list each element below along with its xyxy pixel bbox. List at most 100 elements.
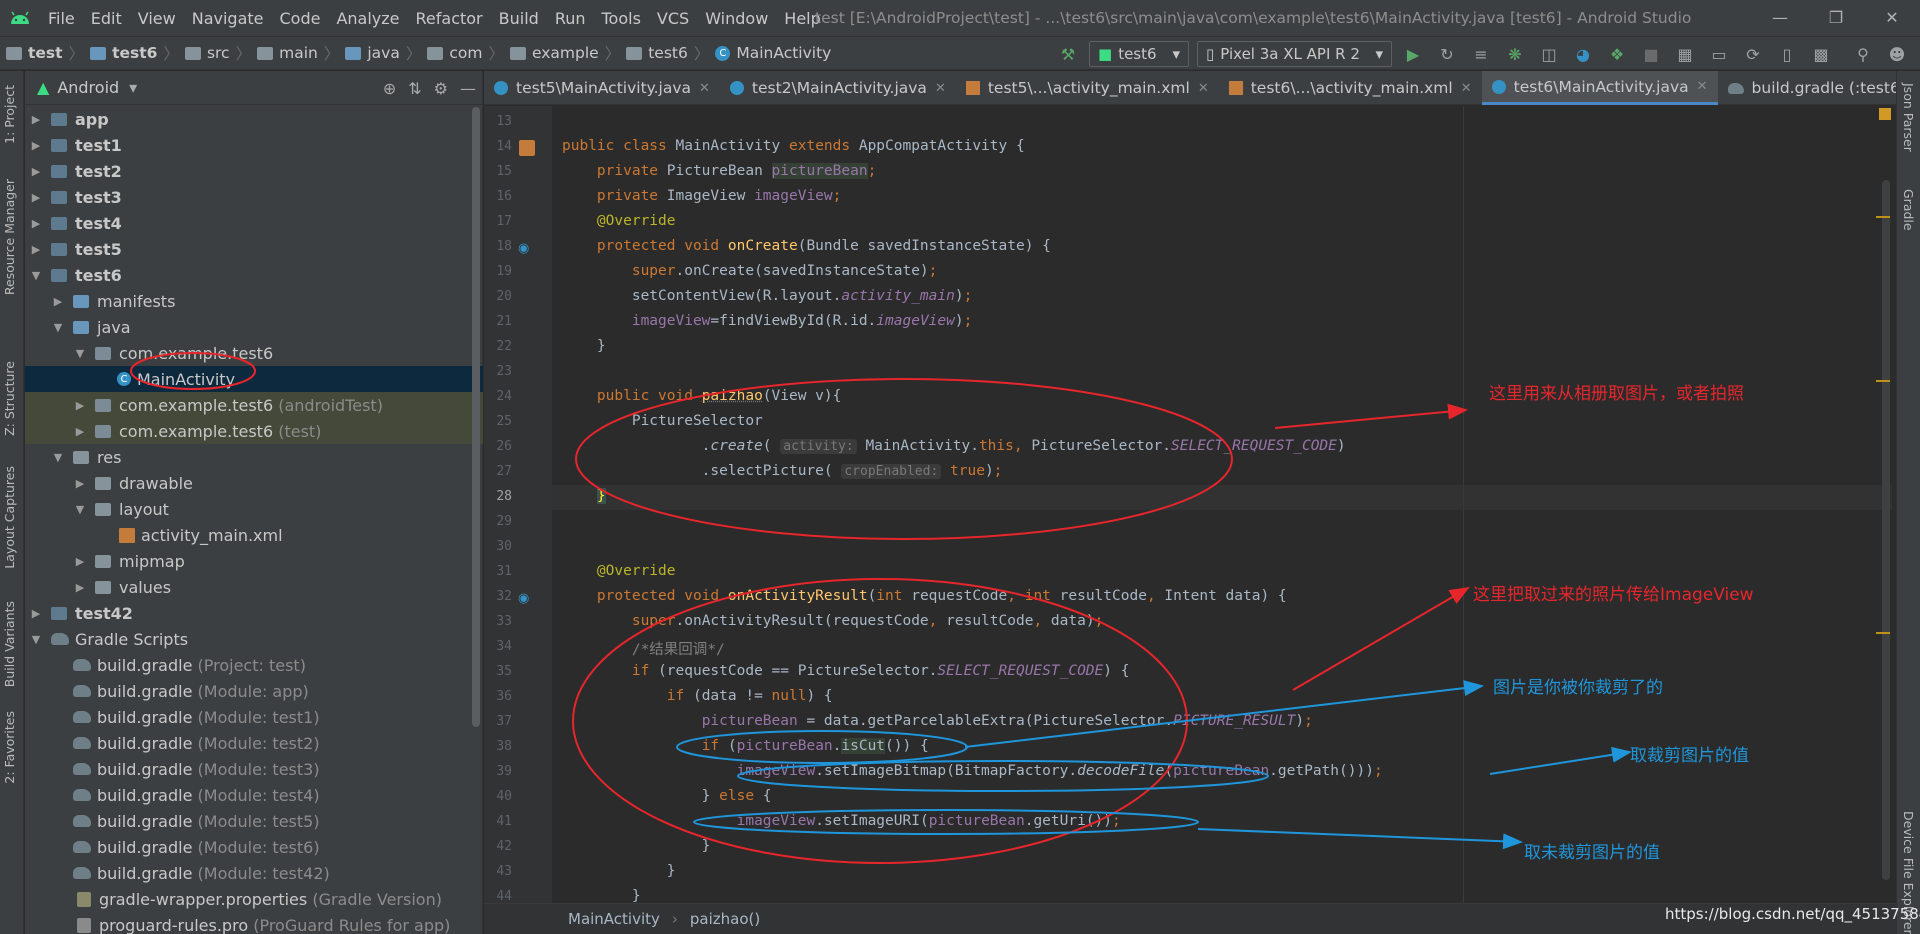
tree-item-gradle-scripts[interactable]: ▼ Gradle Scripts [25, 626, 483, 652]
crumb-mainactivity[interactable]: C MainActivity [709, 44, 831, 62]
device-manager-icon[interactable]: ▯ [1774, 41, 1800, 67]
tree-item-proguard[interactable]: proguard-rules.pro (ProGuard Rules for a… [25, 912, 483, 934]
tree-item-res[interactable]: ▼ res [25, 444, 483, 470]
crumb-test[interactable]: test 〉 [0, 42, 84, 64]
tree-item-values[interactable]: ▶ values [25, 574, 483, 600]
menu-build[interactable]: Build [491, 9, 547, 28]
crumb-com[interactable]: com 〉 [421, 42, 504, 64]
chevron-down-icon[interactable]: ▼ [29, 633, 43, 646]
tree-item-build-gradle[interactable]: build.gradle (Module: test6) [25, 834, 483, 860]
chevron-right-icon[interactable]: ▶ [29, 607, 43, 620]
close-icon[interactable]: ✕ [1864, 0, 1920, 36]
minimize-icon[interactable]: — [1752, 0, 1808, 36]
menu-edit[interactable]: Edit [83, 9, 130, 28]
chevron-right-icon[interactable]: ▶ [51, 295, 65, 308]
tree-item-drawable[interactable]: ▶ drawable [25, 470, 483, 496]
avatar[interactable]: ☻ [1884, 41, 1910, 67]
tree-item-package-test[interactable]: ▶ com.example.test6 (test) [25, 418, 483, 444]
tree-item-build-gradle[interactable]: build.gradle (Module: app) [25, 678, 483, 704]
tree-item-test2[interactable]: ▶ test2 [25, 158, 483, 184]
chevron-down-icon[interactable]: ▼ [29, 269, 43, 282]
tree-item-activity-main-xml[interactable]: activity_main.xml [25, 522, 483, 548]
crumb-main[interactable]: main 〉 [251, 42, 339, 64]
tab-test6-activity-main[interactable]: test6\...\activity_main.xml ✕ [1219, 71, 1482, 105]
menu-file[interactable]: File [40, 9, 83, 28]
tree-item-test4[interactable]: ▶ test4 [25, 210, 483, 236]
chevron-right-icon[interactable]: ▶ [29, 139, 43, 152]
locate-icon[interactable]: ⊕ [383, 79, 396, 98]
profile-icon[interactable]: ◕ [1570, 41, 1596, 67]
tree-item-build-gradle[interactable]: build.gradle (Module: test3) [25, 756, 483, 782]
crumb-test6-pkg[interactable]: test6 〉 [620, 42, 709, 64]
crumb-java[interactable]: java 〉 [339, 42, 421, 64]
menu-analyze[interactable]: Analyze [328, 9, 407, 28]
tree-item-build-gradle[interactable]: build.gradle (Module: test5) [25, 808, 483, 834]
apply-code-icon[interactable]: ≡ [1468, 41, 1494, 67]
tool-tab-structure[interactable]: Z: Structure [2, 361, 17, 436]
sync-gradle-icon[interactable]: ⟳ [1740, 41, 1766, 67]
sdk-manager-icon[interactable]: ▩ [1808, 41, 1834, 67]
chevron-right-icon[interactable]: ▶ [73, 425, 87, 438]
menu-vcs[interactable]: VCS [649, 9, 697, 28]
override-marker-icon[interactable]: ◉ [518, 241, 529, 256]
chevron-down-icon[interactable]: ▼ [73, 503, 87, 516]
restore-icon[interactable]: ❐ [1808, 0, 1864, 36]
menu-view[interactable]: View [130, 9, 184, 28]
search-icon[interactable]: ⚲ [1850, 41, 1876, 67]
tree-item-test1[interactable]: ▶ test1 [25, 132, 483, 158]
tree-item-mainactivity[interactable]: C MainActivity [25, 366, 483, 392]
chevron-right-icon[interactable]: ▶ [29, 243, 43, 256]
breadcrumb-class[interactable]: MainActivity [568, 910, 660, 928]
attach-debugger-icon[interactable]: ❖ [1604, 41, 1630, 67]
tree-item-build-gradle[interactable]: build.gradle (Module: test42) [25, 860, 483, 886]
tab-test5-activity-main[interactable]: test5\...\activity_main.xml ✕ [956, 71, 1219, 105]
tool-tab-favorites[interactable]: 2: Favorites [2, 711, 17, 784]
chevron-down-icon[interactable]: ▼ [51, 451, 65, 464]
project-view-select[interactable]: Android [57, 78, 119, 97]
hammer-icon[interactable]: ⚒ [1055, 41, 1081, 67]
tool-tab-layout-captures[interactable]: Layout Captures [2, 466, 17, 569]
tab-test6-mainactivity[interactable]: test6\MainActivity.java ✕ [1482, 71, 1718, 105]
override-marker-icon[interactable]: ◉ [518, 591, 529, 606]
breadcrumb-method[interactable]: paizhao() [690, 910, 760, 928]
tool-tab-json-parser[interactable]: Json Parser [1901, 83, 1916, 152]
run-icon[interactable]: ▶ [1400, 41, 1426, 67]
avd-manager-icon[interactable]: ▭ [1706, 41, 1732, 67]
tree-item-manifests[interactable]: ▶ manifests [25, 288, 483, 314]
project-structure-icon[interactable]: ▦ [1672, 41, 1698, 67]
chevron-right-icon[interactable]: ▶ [73, 399, 87, 412]
menu-tools[interactable]: Tools [594, 9, 649, 28]
editor-scrollbar[interactable] [1882, 180, 1890, 880]
tree-item-package-androidtest[interactable]: ▶ com.example.test6 (androidTest) [25, 392, 483, 418]
coverage-icon[interactable]: ◫ [1536, 41, 1562, 67]
apply-changes-icon[interactable]: ↻ [1434, 41, 1460, 67]
close-icon[interactable]: ✕ [1461, 81, 1472, 96]
project-scrollbar[interactable] [472, 107, 480, 727]
menu-run[interactable]: Run [547, 9, 594, 28]
tree-item-test6[interactable]: ▼ test6 [25, 262, 483, 288]
tool-tab-project[interactable]: 1: Project [2, 85, 17, 144]
tree-item-build-gradle[interactable]: build.gradle (Module: test2) [25, 730, 483, 756]
menu-window[interactable]: Window [697, 9, 776, 28]
run-config-select[interactable]: ■ test6 ▾ [1089, 41, 1189, 67]
close-icon[interactable]: ✕ [1697, 79, 1708, 94]
debug-icon[interactable]: ❋ [1502, 41, 1528, 67]
tool-tab-gradle[interactable]: Gradle [1901, 189, 1916, 231]
scroll-marker[interactable] [1876, 216, 1890, 218]
tree-item-layout[interactable]: ▼ layout [25, 496, 483, 522]
chevron-right-icon[interactable]: ▶ [73, 477, 87, 490]
tree-item-build-gradle[interactable]: build.gradle (Module: test1) [25, 704, 483, 730]
tree-item-test5[interactable]: ▶ test5 [25, 236, 483, 262]
collapse-icon[interactable]: ⇅ [408, 79, 421, 98]
scroll-marker[interactable] [1876, 380, 1890, 382]
tree-item-test42[interactable]: ▶ test42 [25, 600, 483, 626]
tab-build-gradle-test6[interactable]: build.gradle (:test6)✕ [1718, 71, 1920, 105]
close-icon[interactable]: ✕ [935, 81, 946, 96]
tree-item-mipmap[interactable]: ▶ mipmap [25, 548, 483, 574]
chevron-right-icon[interactable]: ▶ [29, 191, 43, 204]
chevron-down-icon[interactable]: ▼ [73, 347, 87, 360]
tree-item-java[interactable]: ▼ java [25, 314, 483, 340]
chevron-right-icon[interactable]: ▶ [73, 555, 87, 568]
crumb-example[interactable]: example 〉 [504, 42, 620, 64]
chevron-down-icon[interactable]: ▼ [51, 321, 65, 334]
